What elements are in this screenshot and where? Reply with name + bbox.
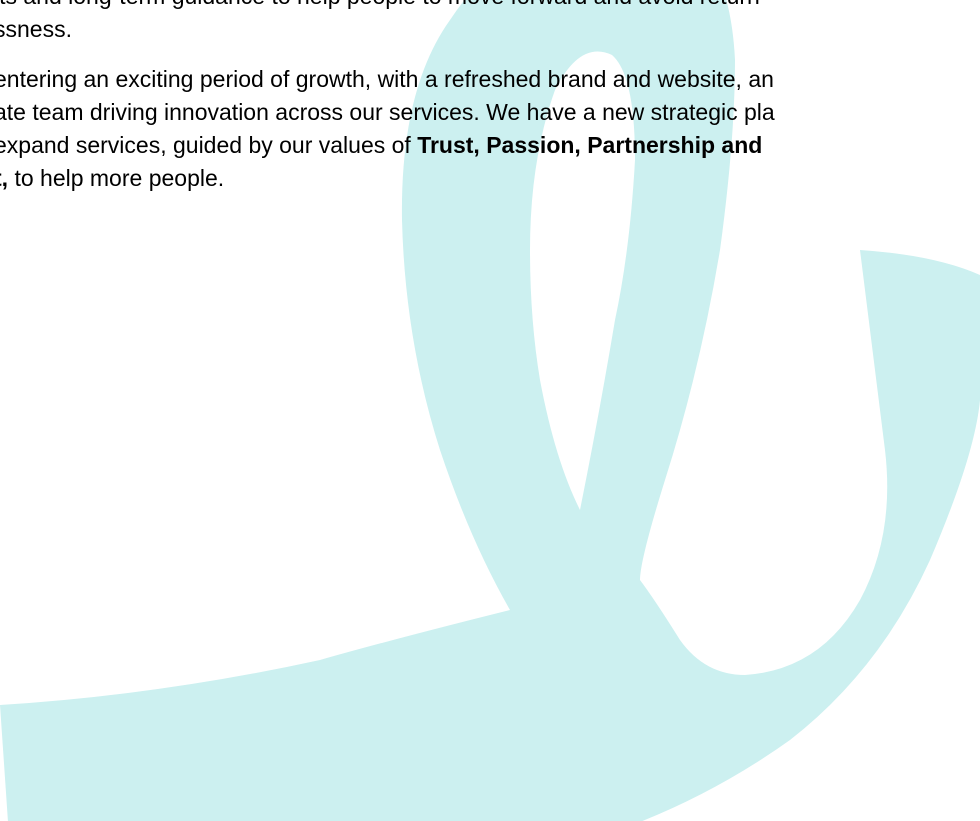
paragraph-2-line-4: t, to help more people.	[0, 162, 980, 195]
values-list-end: t,	[0, 165, 9, 191]
body-text: its and long-term guidance to help peopl…	[0, 0, 980, 212]
paragraph-2-line-2: ate team driving innovation across our s…	[0, 99, 775, 125]
paragraph-1-line-2: ssness.	[0, 16, 72, 42]
paragraph-1: its and long-term guidance to help peopl…	[0, 0, 980, 46]
paragraph-2-line-4-text: to help more people.	[8, 165, 225, 191]
paragraph-2-line-1: entering an exciting period of growth, w…	[0, 66, 774, 92]
paragraph-1-line-1: its and long-term guidance to help peopl…	[0, 0, 980, 13]
paragraph-2-line-3-text: expand services, guided by our values of	[0, 132, 418, 158]
paragraph-2: entering an exciting period of growth, w…	[0, 63, 980, 195]
values-list: Trust, Passion, Partnership and	[417, 132, 763, 158]
document-page: its and long-term guidance to help peopl…	[0, 0, 980, 821]
paragraph-2-line-3: expand services, guided by our values of…	[0, 129, 980, 162]
